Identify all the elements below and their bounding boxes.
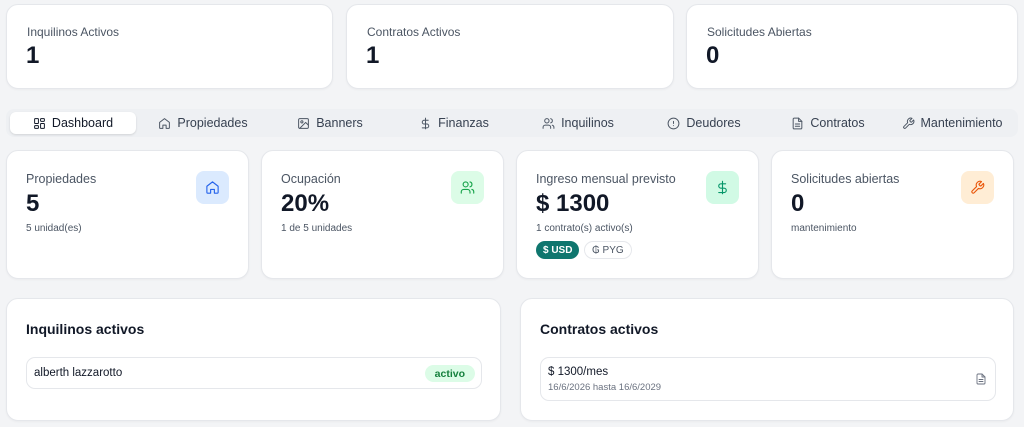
tab-dashboard[interactable]: Dashboard (10, 112, 136, 134)
summary-label: Solicitudes Abiertas (707, 25, 812, 39)
image-icon (298, 117, 310, 129)
contract-row[interactable]: $ 1300/mes 16/6/2026 hasta 16/6/2029 (540, 357, 996, 401)
tab-banners[interactable]: Banners (267, 112, 393, 134)
tab-label: Finanzas (438, 116, 489, 130)
home-icon (206, 181, 219, 194)
tenants-panel: Inquilinos activos alberth lazzarotto ac… (6, 298, 501, 421)
file-icon (793, 117, 803, 129)
tab-label: Banners (316, 116, 363, 130)
stat-subtext: 1 contrato(s) activo(s) (536, 223, 633, 234)
stat-label: Ingreso mensual previsto (536, 172, 676, 186)
stat-value: 5 (26, 190, 40, 217)
home-icon (159, 117, 171, 129)
summary-card-tenants: Inquilinos Activos 1 (6, 4, 333, 89)
tenant-name: alberth lazzarotto (34, 367, 123, 379)
tenant-row[interactable]: alberth lazzarotto activo (26, 357, 482, 389)
summary-label: Inquilinos Activos (27, 25, 120, 39)
tab-mantenimiento[interactable]: Mantenimiento (889, 112, 1015, 134)
stat-value: 0 (791, 190, 805, 217)
stat-value: 20% (281, 190, 330, 217)
tab-contratos[interactable]: Contratos (765, 112, 891, 134)
stat-subtext: 1 de 5 unidades (281, 223, 353, 234)
users-icon (460, 181, 475, 194)
stat-icon-box (196, 171, 229, 204)
dollar-icon (421, 117, 430, 129)
tab-inquilinos[interactable]: Inquilinos (515, 112, 641, 134)
tab-bar: Dashboard Propiedades Banners Finanzas I… (6, 109, 1018, 137)
panel-title: Contratos activos (540, 321, 659, 337)
tab-label: Deudores (686, 116, 741, 130)
summary-card-requests: Solicitudes Abiertas 0 (686, 4, 1018, 89)
tab-label: Inquilinos (561, 116, 614, 130)
status-badge: activo (424, 365, 475, 382)
stat-subtext: mantenimiento (791, 223, 857, 234)
currency-usd-toggle[interactable]: $ USD (536, 241, 580, 259)
tab-finanzas[interactable]: Finanzas (391, 112, 517, 134)
summary-value: 1 (366, 42, 380, 69)
tab-label: Mantenimiento (920, 116, 1003, 130)
contract-amount: $ 1300/mes (548, 366, 609, 378)
stat-icon-box (706, 171, 739, 204)
stat-card-occupancy: Ocupación 20% 1 de 5 unidades (261, 150, 504, 279)
tab-label: Contratos (810, 116, 865, 130)
stat-card-income: Ingreso mensual previsto $ 1300 1 contra… (516, 150, 759, 279)
stat-card-properties: Propiedades 5 5 unidad(es) (6, 150, 249, 279)
contract-dates: 16/6/2026 hasta 16/6/2029 (548, 382, 662, 393)
alert-circle-icon (667, 117, 680, 129)
tab-label: Dashboard (51, 116, 114, 130)
currency-pyg-toggle[interactable]: ₲ PYG (584, 241, 632, 259)
summary-card-contracts: Contratos Activos 1 (346, 4, 674, 89)
dollar-icon (718, 180, 727, 195)
wrench-icon (902, 117, 914, 129)
stat-icon-box (961, 171, 994, 204)
summary-value: 1 (26, 42, 40, 69)
stat-icon-box (451, 171, 484, 204)
stat-label: Propiedades (26, 172, 97, 186)
stat-label: Ocupación (281, 172, 341, 186)
tab-label: Propiedades (177, 116, 248, 130)
contracts-panel: Contratos activos $ 1300/mes 16/6/2026 h… (520, 298, 1014, 421)
panel-title: Inquilinos activos (26, 321, 145, 337)
dashboard-grid-icon (34, 117, 45, 129)
tab-deudores[interactable]: Deudores (641, 112, 767, 134)
wrench-icon (971, 180, 985, 194)
stat-card-requests: Solicitudes abiertas 0 mantenimiento (771, 150, 1014, 279)
file-icon[interactable] (975, 373, 987, 385)
tab-propiedades[interactable]: Propiedades (140, 112, 266, 134)
summary-label: Contratos Activos (367, 25, 461, 39)
stat-label: Solicitudes abiertas (791, 172, 900, 186)
summary-value: 0 (706, 42, 720, 69)
users-icon (542, 117, 555, 129)
stat-value: $ 1300 (536, 190, 610, 217)
stat-subtext: 5 unidad(es) (26, 223, 82, 234)
